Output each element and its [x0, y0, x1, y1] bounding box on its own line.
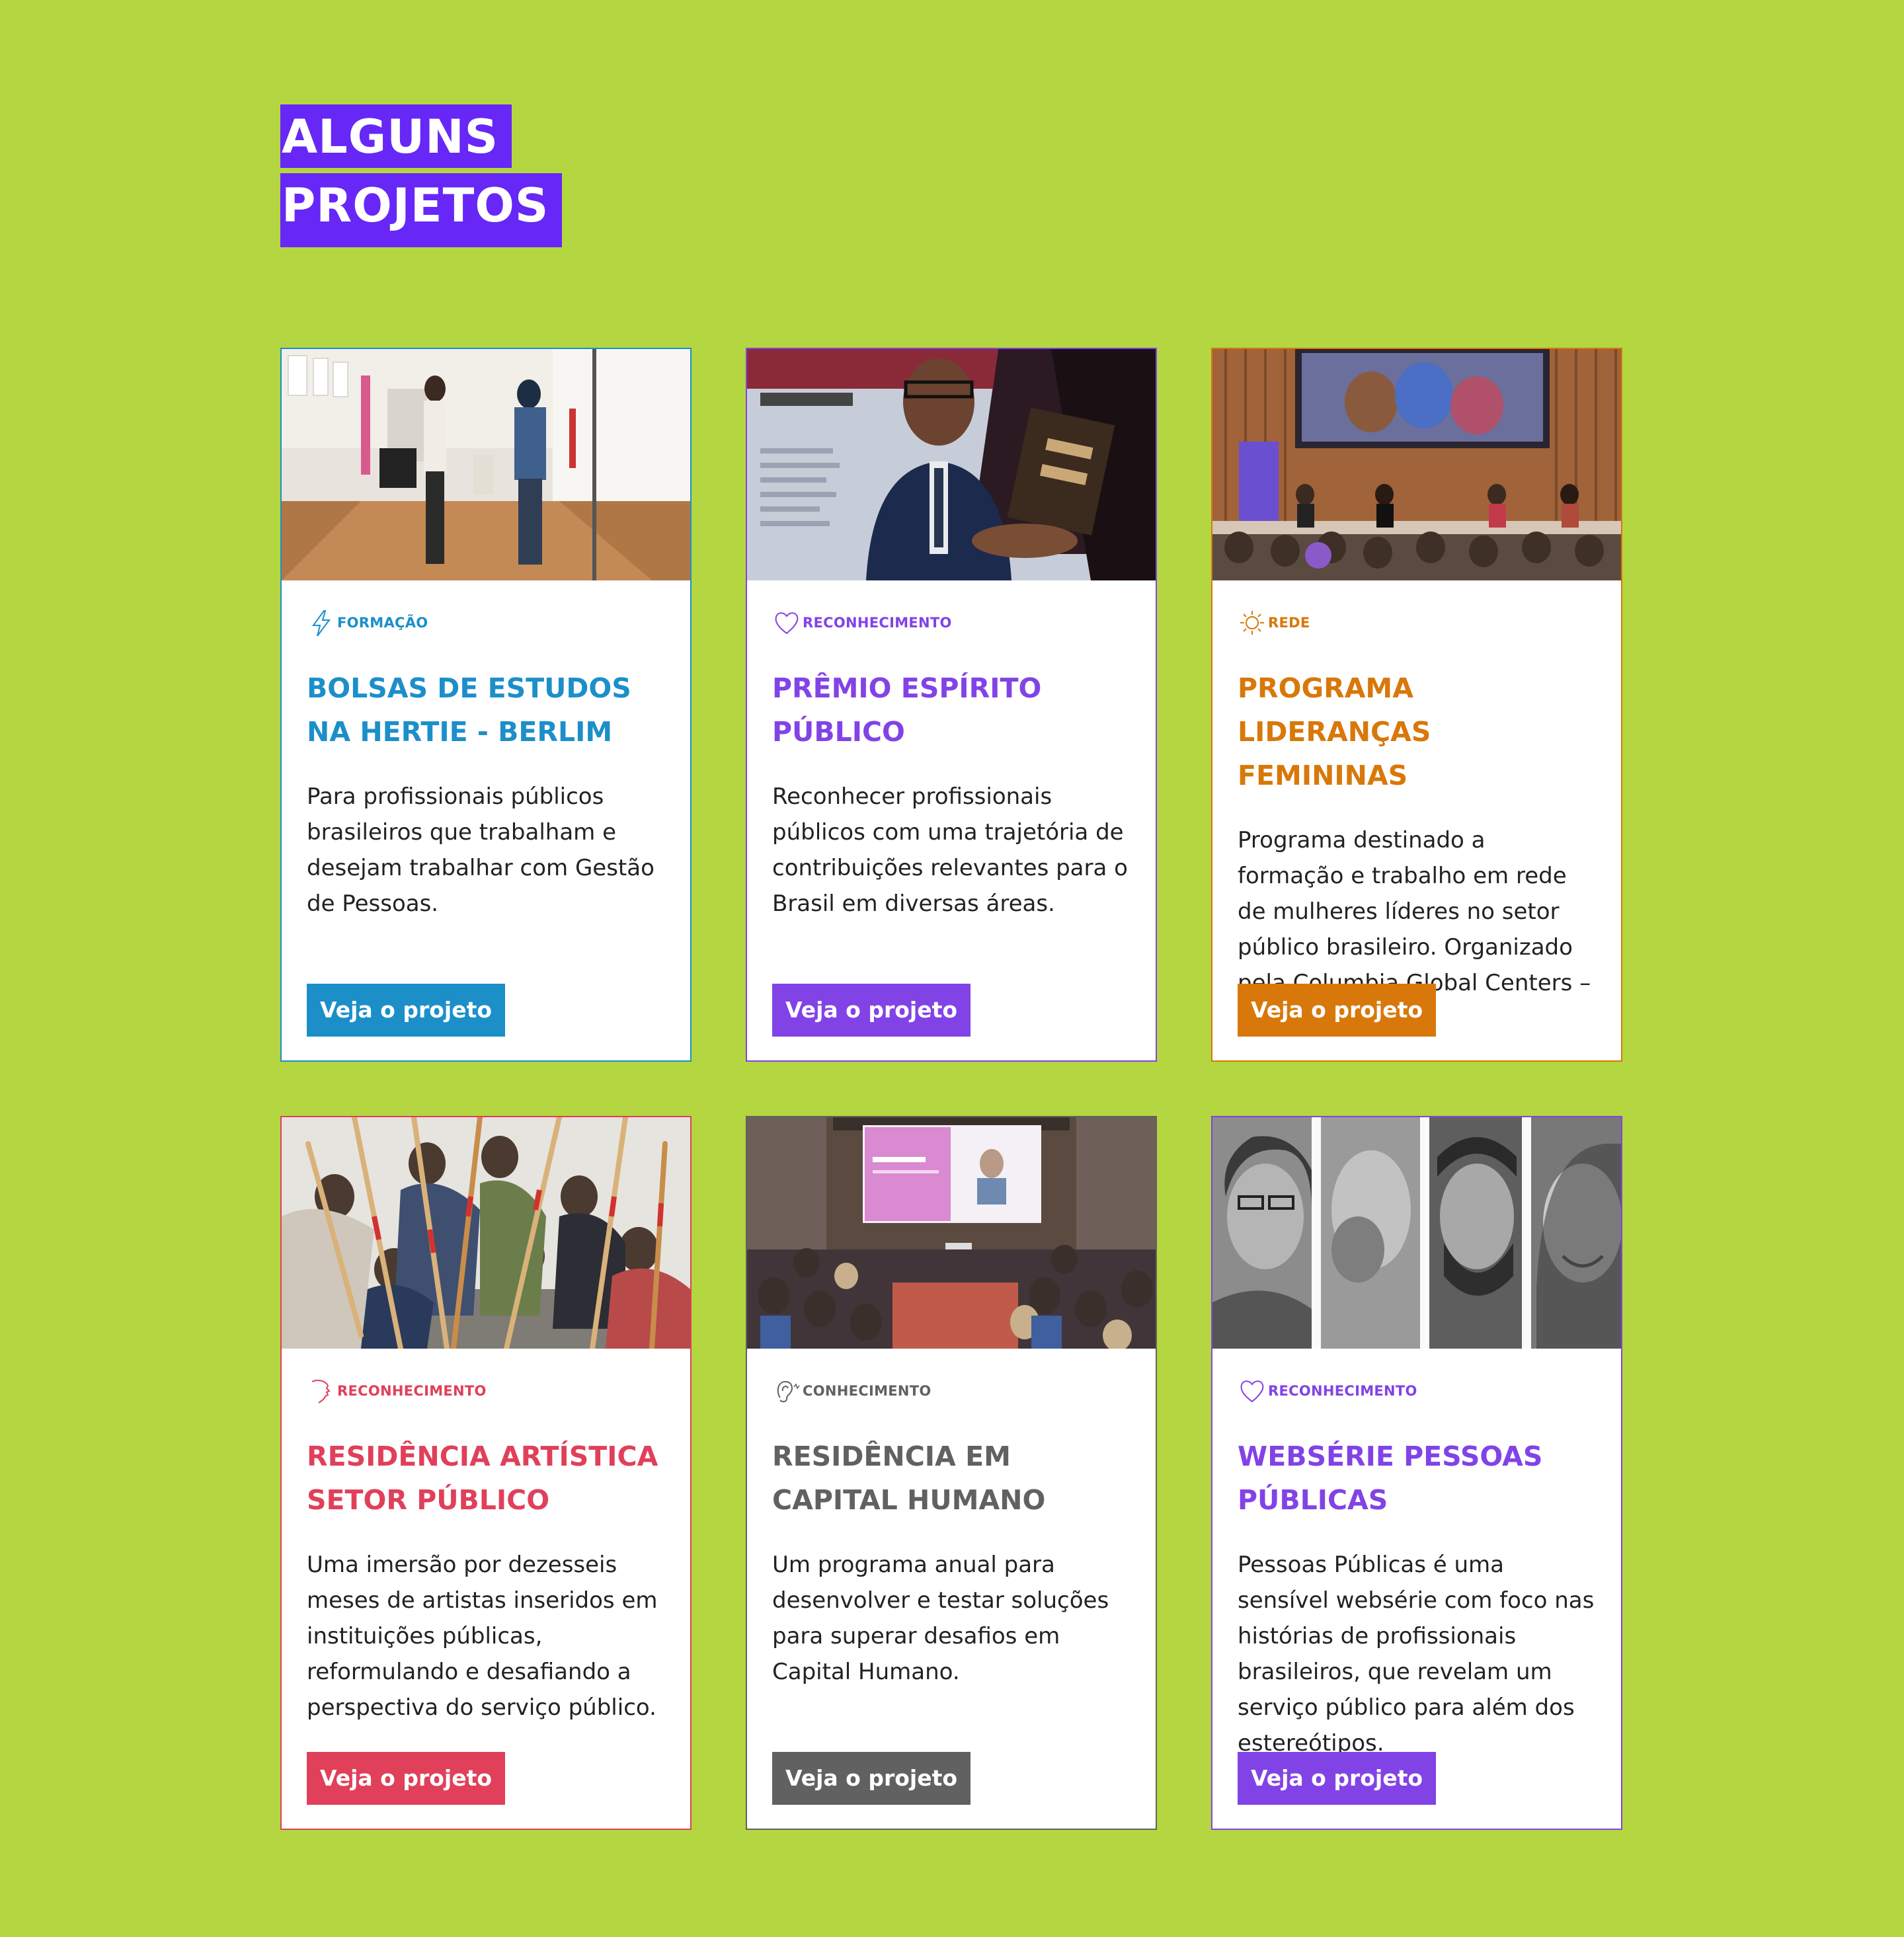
- project-title: BOLSAS DE ESTUDOS NA HERTIE - BERLIM: [307, 672, 631, 748]
- project-card-residencia-capital-humano: CONHECIMENTO RESIDÊNCIA EM CAPITAL HUMAN…: [746, 1116, 1157, 1830]
- man-holding-award-photo: [747, 349, 1156, 580]
- view-project-button[interactable]: Veja o projeto: [772, 984, 971, 1037]
- category-label: RECONHECIMENTO: [1268, 1383, 1417, 1399]
- project-card-bolsas-hertie: FORMAÇÃO BOLSAS DE ESTUDOS NA HERTIE - B…: [280, 348, 692, 1062]
- project-title: RESIDÊNCIA ARTÍSTICA SETOR PÚBLICO: [307, 1441, 658, 1516]
- heart-icon: [1238, 1376, 1267, 1405]
- view-project-button[interactable]: Veja o projeto: [307, 984, 506, 1037]
- view-project-button[interactable]: Veja o projeto: [1238, 1752, 1437, 1805]
- project-title: PROGRAMA LIDERANÇAS FEMININAS: [1238, 672, 1431, 791]
- sun-icon: [1238, 608, 1267, 637]
- category-tag: CONHECIMENTO: [772, 1374, 1130, 1408]
- section-title-line-1: ALGUNS: [280, 104, 512, 168]
- category-label: CONHECIMENTO: [803, 1383, 932, 1399]
- project-description: Para profissionais públicos brasileiros …: [307, 783, 654, 917]
- view-project-button[interactable]: Veja o projeto: [772, 1752, 971, 1805]
- section-heading: ALGUNS PROJETOS: [280, 104, 563, 247]
- category-tag: REDE: [1238, 606, 1596, 640]
- view-project-button[interactable]: Veja o projeto: [1238, 984, 1437, 1037]
- black-white-portraits-photo: [1212, 1117, 1621, 1349]
- project-description: Reconhecer profissionais públicos com um…: [772, 783, 1128, 917]
- panel-on-stage-photo: [1212, 349, 1621, 580]
- project-title: RESIDÊNCIA EM CAPITAL HUMANO: [772, 1441, 1046, 1516]
- project-title: WEBSÉRIE PESSOAS PÚBLICAS: [1238, 1441, 1543, 1516]
- category-tag: FORMAÇÃO: [307, 606, 665, 640]
- category-label: FORMAÇÃO: [337, 615, 428, 631]
- ear-icon: [772, 1376, 801, 1405]
- category-label: RECONHECIMENTO: [337, 1383, 487, 1399]
- category-label: RECONHECIMENTO: [803, 615, 952, 631]
- group-with-poles-photo: [282, 1117, 690, 1349]
- category-tag: RECONHECIMENTO: [772, 606, 1130, 640]
- audience-watching-screen-photo: [747, 1117, 1156, 1349]
- view-project-button[interactable]: Veja o projeto: [307, 1752, 506, 1805]
- project-card-residencia-artistica: RECONHECIMENTO RESIDÊNCIA ARTÍSTICA SETO…: [280, 1116, 692, 1830]
- project-title: PRÊMIO ESPÍRITO PÚBLICO: [772, 672, 1042, 748]
- project-card-liderancas-femininas: REDE PROGRAMA LIDERANÇAS FEMININAS Progr…: [1211, 348, 1622, 1062]
- project-description: Um programa anual para desenvolver e tes…: [772, 1552, 1109, 1685]
- section-title-line-2: PROJETOS: [280, 173, 563, 247]
- face-profile-icon: [307, 1376, 336, 1405]
- project-description: Pessoas Públicas é uma sensível websérie…: [1238, 1552, 1595, 1757]
- project-description: Uma imersão por dezesseis meses de artis…: [307, 1552, 658, 1721]
- students-in-hallway-photo: [282, 349, 690, 580]
- projects-grid: FORMAÇÃO BOLSAS DE ESTUDOS NA HERTIE - B…: [280, 348, 1622, 1830]
- category-tag: RECONHECIMENTO: [1238, 1374, 1596, 1408]
- category-tag: RECONHECIMENTO: [307, 1374, 665, 1408]
- category-label: REDE: [1268, 615, 1310, 631]
- project-card-premio-espirito-publico: RECONHECIMENTO PRÊMIO ESPÍRITO PÚBLICO R…: [746, 348, 1157, 1062]
- lightning-icon: [307, 608, 336, 637]
- heart-icon: [772, 608, 801, 637]
- project-card-webserie-pessoas-publicas: RECONHECIMENTO WEBSÉRIE PESSOAS PÚBLICAS…: [1211, 1116, 1622, 1830]
